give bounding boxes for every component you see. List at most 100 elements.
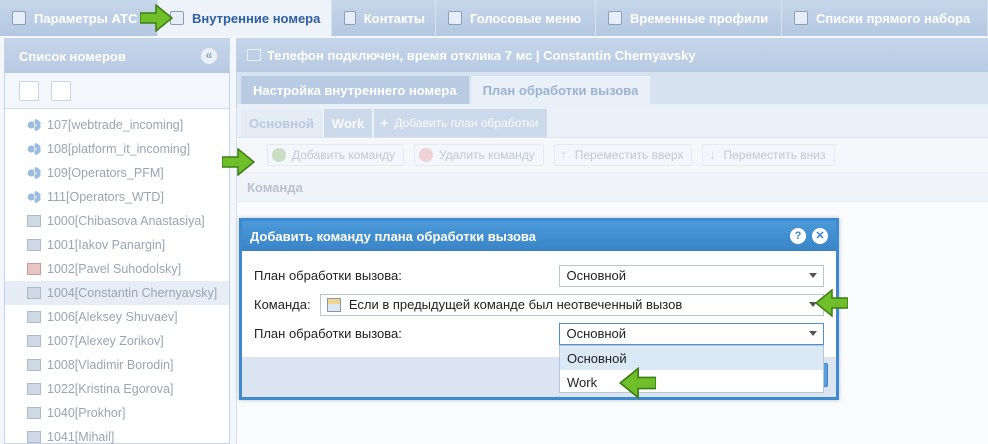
- list-item[interactable]: 109[Operators_PFM]: [5, 161, 229, 185]
- field-label: Команда:: [254, 297, 311, 312]
- item-label: 107[webtrade_incoming]: [47, 118, 184, 132]
- number-tree: 107[webtrade_incoming] 108[platform_it_i…: [5, 109, 229, 444]
- help-icon[interactable]: ?: [790, 228, 806, 244]
- item-label: 1004[Constantin Chernyavsky]: [47, 286, 218, 300]
- list-item[interactable]: 1008[Vladimir Borodin]: [5, 353, 229, 377]
- phone-icon: [27, 335, 41, 347]
- select-value: Если в предыдущей команде был неотвеченн…: [348, 297, 683, 312]
- list-item[interactable]: 1041[Mihail]: [5, 425, 229, 444]
- share-icon: [27, 119, 41, 131]
- tab-pbx-settings[interactable]: Параметры АТС: [0, 0, 158, 36]
- panel-title: Список номеров: [19, 48, 126, 64]
- phone-icon: [27, 287, 41, 299]
- command-icon: [326, 297, 341, 312]
- clock-icon: [608, 11, 622, 25]
- item-label: 1001[Iakov Panargin]: [47, 238, 166, 252]
- plan-dropdown-list: Основной Work: [559, 345, 824, 393]
- phone-icon: [27, 311, 41, 323]
- panel-header: Телефон подключен, время отклика 7 мс | …: [237, 38, 988, 72]
- tab-time-profiles[interactable]: Временные профили: [596, 0, 782, 36]
- list-item[interactable]: 1022[Kristina Egorova]: [5, 377, 229, 401]
- item-label: 1008[Vladimir Borodin]: [47, 358, 174, 372]
- list-item[interactable]: 1040[Prokhor]: [5, 401, 229, 425]
- field-label: План обработки вызова:: [254, 268, 402, 283]
- tab-call-plan[interactable]: План обработки вызова: [470, 76, 651, 104]
- list-item[interactable]: 1000[Chibasova Anastasiya]: [5, 209, 229, 233]
- panel-toolbar: [5, 73, 229, 109]
- chevron-down-icon: [809, 272, 817, 278]
- tab-voice-menus[interactable]: Голосовые меню: [436, 0, 596, 36]
- form-row: Команда: Если в предыдущей команде был н…: [254, 290, 824, 319]
- phone-icon: [27, 239, 41, 251]
- dialog-header: Добавить команду плана обработки вызова …: [242, 221, 836, 251]
- list-item[interactable]: 1001[Iakov Panargin]: [5, 233, 229, 257]
- phone-icon: [247, 49, 261, 61]
- list-item[interactable]: 1006[Aleksey Shuvaev]: [5, 305, 229, 329]
- phone-icon: [27, 383, 41, 395]
- tab-label: Голосовые меню: [470, 10, 582, 26]
- phone-icon: [27, 215, 41, 227]
- list-item-selected[interactable]: 1004[Constantin Chernyavsky]: [5, 281, 229, 305]
- dialog-controls: ? ✕: [790, 228, 828, 244]
- tab-label: Параметры АТС: [34, 10, 138, 26]
- tab-direct-dial-lists[interactable]: Списки прямого набора: [782, 0, 988, 36]
- select-value: Основной: [566, 268, 627, 283]
- list-item[interactable]: 108[platform_it_incoming]: [5, 137, 229, 161]
- item-label: 1040[Prokhor]: [47, 406, 126, 420]
- item-label: 1002[Pavel Suhodolsky]: [47, 262, 182, 276]
- list-icon: [794, 11, 808, 25]
- call-plan-select[interactable]: Основной: [559, 264, 824, 287]
- tab-label: Контакты: [363, 10, 425, 26]
- contacts-icon: [344, 11, 356, 25]
- panel-header: Список номеров «: [5, 39, 229, 73]
- settings-icon: [12, 11, 26, 25]
- item-label: 1007[Alexey Zorikov]: [47, 334, 164, 348]
- field-label: План обработки вызова:: [254, 326, 402, 341]
- dropdown-option-main[interactable]: Основной: [560, 346, 823, 370]
- tab-contacts[interactable]: Контакты: [332, 0, 436, 36]
- item-label: 1041[Mihail]: [47, 430, 115, 444]
- page-title: Телефон подключен, время отклика 7 мс | …: [267, 47, 696, 63]
- item-label: 1006[Aleksey Shuvaev]: [47, 310, 178, 324]
- number-list-panel: Список номеров « 107[webtrade_incoming] …: [4, 38, 230, 444]
- form-row: План обработки вызова: Основной: [254, 261, 824, 290]
- share-icon: [27, 191, 41, 203]
- tab-extension-settings[interactable]: Настройка внутреннего номера: [241, 76, 469, 104]
- share-icon: [27, 167, 41, 179]
- list-item[interactable]: 1007[Alexey Zorikov]: [5, 329, 229, 353]
- item-label: 1000[Chibasova Anastasiya]: [47, 214, 205, 228]
- edit-number-icon[interactable]: [51, 80, 71, 101]
- tab-internal-numbers[interactable]: Внутренние номера: [158, 0, 332, 36]
- command-select[interactable]: Если в предыдущей команде был неотвеченн…: [319, 293, 824, 316]
- pointer-arrow-icon: [814, 289, 848, 317]
- phone-icon: [27, 359, 41, 371]
- tab-label: Списки прямого набора: [816, 10, 971, 26]
- share-icon: [27, 143, 41, 155]
- phone-icon: [27, 407, 41, 419]
- speaker-icon: [448, 11, 462, 25]
- tab-label: Внутренние номера: [192, 10, 321, 26]
- pointer-arrow-icon: [140, 4, 174, 32]
- list-item[interactable]: 111[Operators_WTD]: [5, 185, 229, 209]
- dialog-title: Добавить команду плана обработки вызова: [250, 228, 536, 244]
- phone-icon: [27, 431, 41, 443]
- target-plan-select[interactable]: Основной: [559, 322, 824, 345]
- pointer-arrow-icon: [222, 148, 256, 176]
- tab-label: Временные профили: [630, 10, 769, 26]
- add-number-icon[interactable]: [19, 80, 39, 101]
- dialog-body: План обработки вызова: Основной Команда:…: [242, 251, 836, 348]
- list-item[interactable]: 1002[Pavel Suhodolsky]: [5, 257, 229, 281]
- item-label: 111[Operators_WTD]: [47, 190, 164, 204]
- item-label: 108[platform_it_incoming]: [47, 142, 191, 156]
- list-item[interactable]: 107[webtrade_incoming]: [5, 113, 229, 137]
- form-row: План обработки вызова: Основной: [254, 319, 824, 348]
- collapse-icon[interactable]: «: [201, 48, 217, 64]
- close-icon[interactable]: ✕: [812, 228, 828, 244]
- dropdown-option-work[interactable]: Work: [560, 370, 823, 394]
- select-value: Основной: [566, 326, 627, 341]
- pointer-arrow-icon: [618, 367, 656, 399]
- item-label: 109[Operators_PFM]: [47, 166, 164, 180]
- chevron-down-icon: [809, 330, 817, 336]
- item-label: 1022[Kristina Egorova]: [47, 382, 174, 396]
- phone-red-icon: [27, 263, 41, 275]
